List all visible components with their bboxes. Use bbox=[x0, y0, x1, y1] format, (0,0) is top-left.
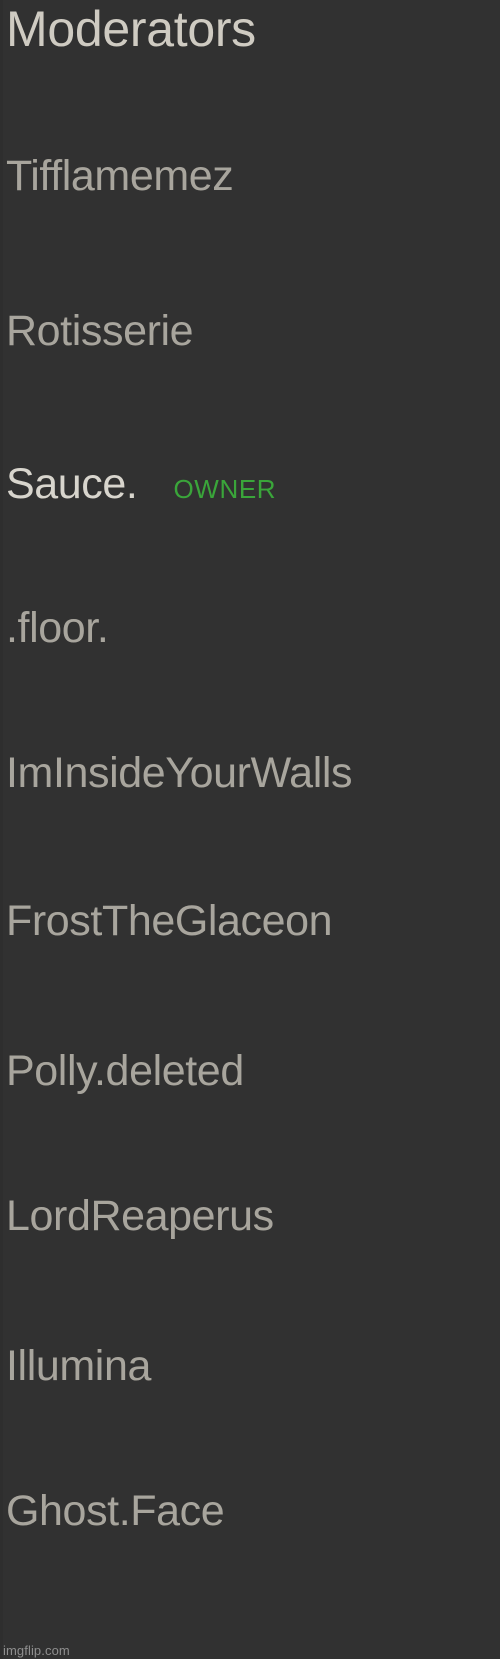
member-name[interactable]: Sauce. bbox=[6, 463, 138, 506]
group-header-moderators: Moderators bbox=[6, 4, 500, 66]
member-row[interactable]: FrostTheGlaceon bbox=[6, 900, 500, 954]
member-name[interactable]: Illumina bbox=[6, 1345, 151, 1388]
member-row[interactable]: Ghost.Face bbox=[6, 1490, 500, 1544]
member-list-panel: Moderators Tifflamemez Rotisserie Sauce.… bbox=[0, 0, 500, 1659]
member-name[interactable]: LordReaperus bbox=[6, 1195, 274, 1238]
member-name[interactable]: Rotisserie bbox=[6, 310, 194, 353]
member-name[interactable]: ImInsideYourWalls bbox=[6, 752, 353, 795]
member-name[interactable]: .floor. bbox=[6, 607, 109, 650]
member-name[interactable]: Tifflamemez bbox=[6, 155, 234, 198]
member-name[interactable]: FrostTheGlaceon bbox=[6, 900, 333, 943]
member-name[interactable]: Polly.deleted bbox=[6, 1050, 244, 1093]
member-row[interactable]: Sauce. OWNER bbox=[6, 463, 500, 517]
group-header-label: Moderators bbox=[6, 1, 256, 57]
member-row[interactable]: ImInsideYourWalls bbox=[6, 752, 500, 806]
role-tag-badge: OWNER bbox=[173, 474, 277, 504]
member-row[interactable]: Polly.deleted bbox=[6, 1050, 500, 1104]
member-row[interactable]: .floor. bbox=[6, 607, 500, 661]
member-row[interactable]: LordReaperus bbox=[6, 1195, 500, 1249]
member-row[interactable]: Tifflamemez bbox=[6, 155, 500, 209]
member-row[interactable]: Rotisserie bbox=[6, 310, 500, 364]
member-name[interactable]: Ghost.Face bbox=[6, 1490, 225, 1533]
imgflip-watermark: imgflip.com bbox=[3, 1643, 70, 1658]
member-list: Moderators Tifflamemez Rotisserie Sauce.… bbox=[0, 0, 500, 1659]
member-row[interactable]: Illumina bbox=[6, 1345, 500, 1399]
